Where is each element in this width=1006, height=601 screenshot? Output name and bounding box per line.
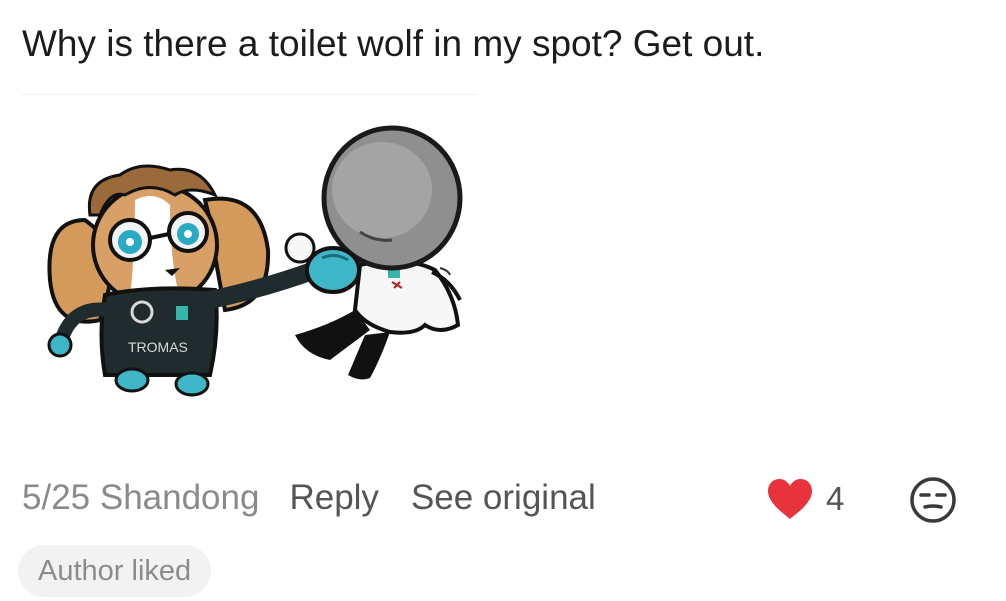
grey-figure xyxy=(284,125,463,380)
cartoon-punch-sticker[interactable]: TROMAS xyxy=(30,120,500,420)
heart-icon xyxy=(768,479,812,519)
expressionless-face-icon[interactable] xyxy=(908,475,958,525)
comment-date-location: 5/25 Shandong xyxy=(22,478,260,517)
reply-button[interactable]: Reply xyxy=(289,478,378,518)
dog-character: TROMAS xyxy=(47,164,361,397)
shirt-text: TROMAS xyxy=(128,339,188,355)
divider xyxy=(22,94,477,95)
like-count: 4 xyxy=(826,480,845,517)
comment-meta-row: 5/25 Shandong Reply See original xyxy=(22,474,596,522)
see-original-button[interactable]: See original xyxy=(411,478,596,518)
like-button[interactable]: 4 xyxy=(766,476,844,522)
author-liked-badge: Author liked xyxy=(18,545,212,597)
comment-text: Why is there a toilet wolf in my spot? G… xyxy=(22,23,765,64)
